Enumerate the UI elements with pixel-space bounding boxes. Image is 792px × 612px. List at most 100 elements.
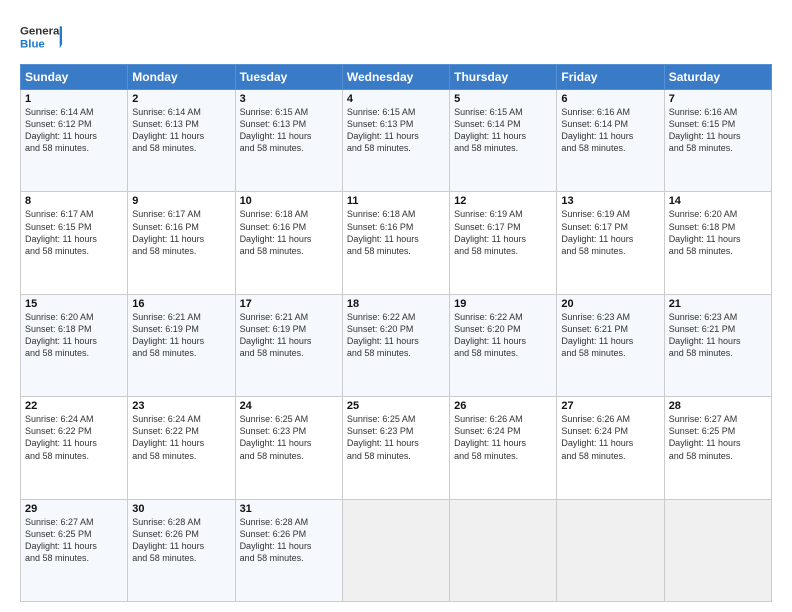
day-info: Sunrise: 6:14 AMSunset: 6:12 PMDaylight:… xyxy=(25,106,123,155)
day-info: Sunrise: 6:17 AMSunset: 6:15 PMDaylight:… xyxy=(25,208,123,257)
day-info: Sunrise: 6:16 AMSunset: 6:14 PMDaylight:… xyxy=(561,106,659,155)
info-line: Sunset: 6:25 PM xyxy=(669,426,736,436)
info-line: and 58 minutes. xyxy=(347,348,411,358)
day-number: 2 xyxy=(132,93,230,105)
calendar-cell: 27Sunrise: 6:26 AMSunset: 6:24 PMDayligh… xyxy=(557,397,664,499)
info-line: and 58 minutes. xyxy=(669,246,733,256)
calendar-cell: 13Sunrise: 6:19 AMSunset: 6:17 PMDayligh… xyxy=(557,192,664,294)
info-line: Sunset: 6:20 PM xyxy=(347,324,414,334)
day-info: Sunrise: 6:14 AMSunset: 6:13 PMDaylight:… xyxy=(132,106,230,155)
info-line: Sunset: 6:26 PM xyxy=(132,529,199,539)
week-row-3: 15Sunrise: 6:20 AMSunset: 6:18 PMDayligh… xyxy=(21,294,772,396)
info-line: Daylight: 11 hours xyxy=(454,336,526,346)
calendar-cell: 2Sunrise: 6:14 AMSunset: 6:13 PMDaylight… xyxy=(128,90,235,192)
calendar-cell xyxy=(557,499,664,601)
week-row-1: 1Sunrise: 6:14 AMSunset: 6:12 PMDaylight… xyxy=(21,90,772,192)
week-row-4: 22Sunrise: 6:24 AMSunset: 6:22 PMDayligh… xyxy=(21,397,772,499)
info-line: Daylight: 11 hours xyxy=(561,438,633,448)
calendar-cell: 10Sunrise: 6:18 AMSunset: 6:16 PMDayligh… xyxy=(235,192,342,294)
info-line: Daylight: 11 hours xyxy=(25,541,97,551)
calendar-cell: 18Sunrise: 6:22 AMSunset: 6:20 PMDayligh… xyxy=(342,294,449,396)
day-info: Sunrise: 6:27 AMSunset: 6:25 PMDaylight:… xyxy=(25,516,123,565)
calendar-cell: 22Sunrise: 6:24 AMSunset: 6:22 PMDayligh… xyxy=(21,397,128,499)
day-number: 13 xyxy=(561,195,659,207)
info-line: Sunrise: 6:15 AM xyxy=(454,107,523,117)
calendar-cell: 14Sunrise: 6:20 AMSunset: 6:18 PMDayligh… xyxy=(664,192,771,294)
day-info: Sunrise: 6:27 AMSunset: 6:25 PMDaylight:… xyxy=(669,413,767,462)
info-line: and 58 minutes. xyxy=(240,143,304,153)
info-line: and 58 minutes. xyxy=(347,143,411,153)
info-line: and 58 minutes. xyxy=(669,451,733,461)
info-line: Sunset: 6:14 PM xyxy=(561,119,628,129)
calendar-cell: 28Sunrise: 6:27 AMSunset: 6:25 PMDayligh… xyxy=(664,397,771,499)
info-line: Sunset: 6:21 PM xyxy=(561,324,628,334)
info-line: Sunset: 6:22 PM xyxy=(25,426,92,436)
info-line: Daylight: 11 hours xyxy=(454,234,526,244)
day-info: Sunrise: 6:18 AMSunset: 6:16 PMDaylight:… xyxy=(347,208,445,257)
calendar-cell: 25Sunrise: 6:25 AMSunset: 6:23 PMDayligh… xyxy=(342,397,449,499)
day-number: 30 xyxy=(132,503,230,515)
day-number: 31 xyxy=(240,503,338,515)
day-info: Sunrise: 6:19 AMSunset: 6:17 PMDaylight:… xyxy=(561,208,659,257)
day-info: Sunrise: 6:26 AMSunset: 6:24 PMDaylight:… xyxy=(561,413,659,462)
day-info: Sunrise: 6:25 AMSunset: 6:23 PMDaylight:… xyxy=(347,413,445,462)
day-number: 6 xyxy=(561,93,659,105)
info-line: Daylight: 11 hours xyxy=(132,541,204,551)
header-wednesday: Wednesday xyxy=(342,65,449,90)
info-line: and 58 minutes. xyxy=(454,348,518,358)
info-line: Sunrise: 6:17 AM xyxy=(25,209,94,219)
info-line: and 58 minutes. xyxy=(561,246,625,256)
day-number: 4 xyxy=(347,93,445,105)
day-number: 23 xyxy=(132,400,230,412)
info-line: Sunset: 6:13 PM xyxy=(240,119,307,129)
info-line: Sunset: 6:15 PM xyxy=(669,119,736,129)
day-number: 1 xyxy=(25,93,123,105)
info-line: Sunset: 6:18 PM xyxy=(669,222,736,232)
day-info: Sunrise: 6:23 AMSunset: 6:21 PMDaylight:… xyxy=(561,311,659,360)
header-sunday: Sunday xyxy=(21,65,128,90)
info-line: and 58 minutes. xyxy=(132,246,196,256)
day-number: 21 xyxy=(669,298,767,310)
calendar-cell: 30 Sunrise: 6:28 AM Sunset: 6:26 PM Dayligh… xyxy=(128,499,235,601)
day-number: 10 xyxy=(240,195,338,207)
day-number: 24 xyxy=(240,400,338,412)
info-line: Daylight: 11 hours xyxy=(25,336,97,346)
info-line: Daylight: 11 hours xyxy=(132,131,204,141)
calendar-cell: 3Sunrise: 6:15 AMSunset: 6:13 PMDaylight… xyxy=(235,90,342,192)
info-line: Sunset: 6:23 PM xyxy=(240,426,307,436)
calendar-cell: 7Sunrise: 6:16 AMSunset: 6:15 PMDaylight… xyxy=(664,90,771,192)
day-number: 9 xyxy=(132,195,230,207)
info-line: and 58 minutes. xyxy=(669,348,733,358)
calendar-cell: 29Sunrise: 6:27 AMSunset: 6:25 PMDayligh… xyxy=(21,499,128,601)
info-line: Sunset: 6:19 PM xyxy=(240,324,307,334)
day-number: 19 xyxy=(454,298,552,310)
day-number: 25 xyxy=(347,400,445,412)
info-line: Sunrise: 6:21 AM xyxy=(132,312,201,322)
info-line: Daylight: 11 hours xyxy=(240,541,312,551)
day-info: Sunrise: 6:15 AMSunset: 6:13 PMDaylight:… xyxy=(240,106,338,155)
day-number: 11 xyxy=(347,195,445,207)
day-info: Sunrise: 6:15 AMSunset: 6:14 PMDaylight:… xyxy=(454,106,552,155)
week-row-2: 8Sunrise: 6:17 AMSunset: 6:15 PMDaylight… xyxy=(21,192,772,294)
info-line: and 58 minutes. xyxy=(561,348,625,358)
calendar-cell: 16Sunrise: 6:21 AMSunset: 6:19 PMDayligh… xyxy=(128,294,235,396)
calendar-cell: 21Sunrise: 6:23 AMSunset: 6:21 PMDayligh… xyxy=(664,294,771,396)
info-line: Sunset: 6:13 PM xyxy=(132,119,199,129)
info-line: Sunrise: 6:26 AM xyxy=(454,414,523,424)
info-line: Daylight: 11 hours xyxy=(347,234,419,244)
info-line: Daylight: 11 hours xyxy=(132,336,204,346)
info-line: Sunrise: 6:24 AM xyxy=(25,414,94,424)
day-number: 16 xyxy=(132,298,230,310)
calendar-cell: 23Sunrise: 6:24 AMSunset: 6:22 PMDayligh… xyxy=(128,397,235,499)
day-number: 15 xyxy=(25,298,123,310)
day-info: Sunrise: 6:26 AMSunset: 6:24 PMDaylight:… xyxy=(454,413,552,462)
info-line: Daylight: 11 hours xyxy=(669,438,741,448)
calendar-cell: 15Sunrise: 6:20 AMSunset: 6:18 PMDayligh… xyxy=(21,294,128,396)
info-line: Sunrise: 6:28 AM xyxy=(132,517,201,527)
header: General Blue xyxy=(20,18,772,56)
info-line: Daylight: 11 hours xyxy=(240,336,312,346)
info-line: Sunrise: 6:14 AM xyxy=(25,107,94,117)
calendar-cell: 19Sunrise: 6:22 AMSunset: 6:20 PMDayligh… xyxy=(450,294,557,396)
info-line: and 58 minutes. xyxy=(132,451,196,461)
info-line: Sunrise: 6:19 AM xyxy=(561,209,630,219)
